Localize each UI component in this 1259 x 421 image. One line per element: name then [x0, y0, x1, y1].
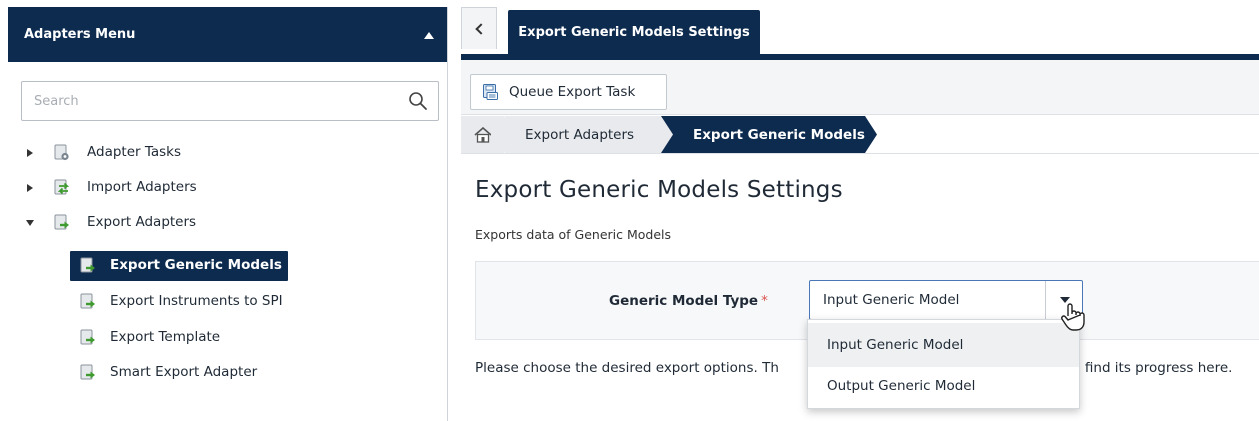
- generic-model-type-dropdown: Input Generic Model Output Generic Model: [807, 319, 1080, 409]
- import-arrows-icon: [54, 179, 70, 195]
- tree-item-smart-export-adapter[interactable]: Smart Export Adapter: [8, 359, 448, 387]
- tab-export-generic-models-settings[interactable]: Export Generic Models Settings: [508, 10, 760, 54]
- queue-export-task-label: Queue Export Task: [509, 84, 636, 100]
- search-field[interactable]: [21, 81, 439, 121]
- search-icon[interactable]: [408, 91, 428, 111]
- gear-document-icon: [54, 144, 69, 161]
- info-text-right: find its progress here.: [1084, 360, 1233, 376]
- tab-strip: Export Generic Models Settings: [461, 7, 1259, 55]
- page-title: Export Generic Models Settings: [475, 177, 843, 203]
- required-star: *: [761, 293, 768, 309]
- tree-item-export-template[interactable]: Export Template: [8, 324, 448, 352]
- export-arrow-icon: [80, 364, 95, 380]
- dropdown-option-input-generic-model[interactable]: Input Generic Model: [808, 323, 1079, 367]
- save-queue-icon: [483, 84, 498, 100]
- breadcrumb-export-adapters[interactable]: Export Adapters: [505, 116, 655, 153]
- export-arrow-icon: [80, 329, 95, 345]
- chevron-left-icon: [474, 22, 487, 35]
- panel-header: Adapters Menu: [8, 7, 447, 62]
- export-arrow-icon: [80, 293, 95, 309]
- tree-item-import-adapters[interactable]: Import Adapters: [8, 174, 448, 202]
- info-text-left: Please choose the desired export options…: [475, 360, 779, 376]
- collapse-arrow-icon[interactable]: [26, 220, 34, 228]
- tree-item-label: Export Template: [110, 329, 221, 345]
- generic-model-type-select[interactable]: Input Generic Model: [809, 280, 1083, 320]
- export-arrow-icon: [54, 214, 69, 230]
- tree-item-label: Import Adapters: [87, 179, 197, 195]
- tree-item-adapter-tasks[interactable]: Adapter Tasks: [8, 139, 448, 167]
- breadcrumb-export-generic-models[interactable]: Export Generic Models: [661, 116, 883, 153]
- app-window: Adapters Menu Adapter Tasks: [0, 0, 1259, 421]
- generic-model-type-label: Generic Model Type *: [609, 293, 768, 309]
- breadcrumb: Export Adapters Export Generic Models: [461, 116, 1259, 154]
- collapse-up-icon[interactable]: [424, 32, 434, 39]
- expand-arrow-icon[interactable]: [27, 184, 35, 192]
- select-value: Input Generic Model: [823, 292, 960, 308]
- dropdown-option-output-generic-model[interactable]: Output Generic Model: [808, 364, 1079, 408]
- search-input[interactable]: [22, 82, 438, 120]
- adapters-menu-panel: Adapters Menu Adapter Tasks: [8, 7, 448, 421]
- tree-item-label: Export Generic Models: [110, 257, 282, 273]
- tree-item-export-generic-models[interactable]: Export Generic Models: [70, 251, 288, 281]
- hand-cursor-icon: [1061, 303, 1085, 331]
- tree-item-label: Export Instruments to SPI: [110, 293, 283, 309]
- field-label-text: Generic Model Type: [609, 293, 759, 309]
- expand-arrow-icon[interactable]: [27, 149, 35, 157]
- back-button[interactable]: [461, 7, 497, 49]
- page-description: Exports data of Generic Models: [475, 227, 672, 242]
- home-icon: [474, 126, 492, 143]
- tree-item-label: Export Adapters: [87, 214, 197, 230]
- tree-item-label: Smart Export Adapter: [110, 364, 258, 380]
- queue-export-task-button[interactable]: Queue Export Task: [470, 74, 667, 110]
- select-divider: [1045, 281, 1046, 319]
- tree-item-export-instruments-to-spi[interactable]: Export Instruments to SPI: [8, 288, 448, 316]
- tree-item-label: Adapter Tasks: [87, 144, 182, 160]
- toolbar: Queue Export Task: [461, 60, 1259, 115]
- tree-item-export-adapters[interactable]: Export Adapters: [8, 209, 448, 237]
- export-arrow-icon: [80, 257, 95, 273]
- panel-title: Adapters Menu: [24, 27, 136, 42]
